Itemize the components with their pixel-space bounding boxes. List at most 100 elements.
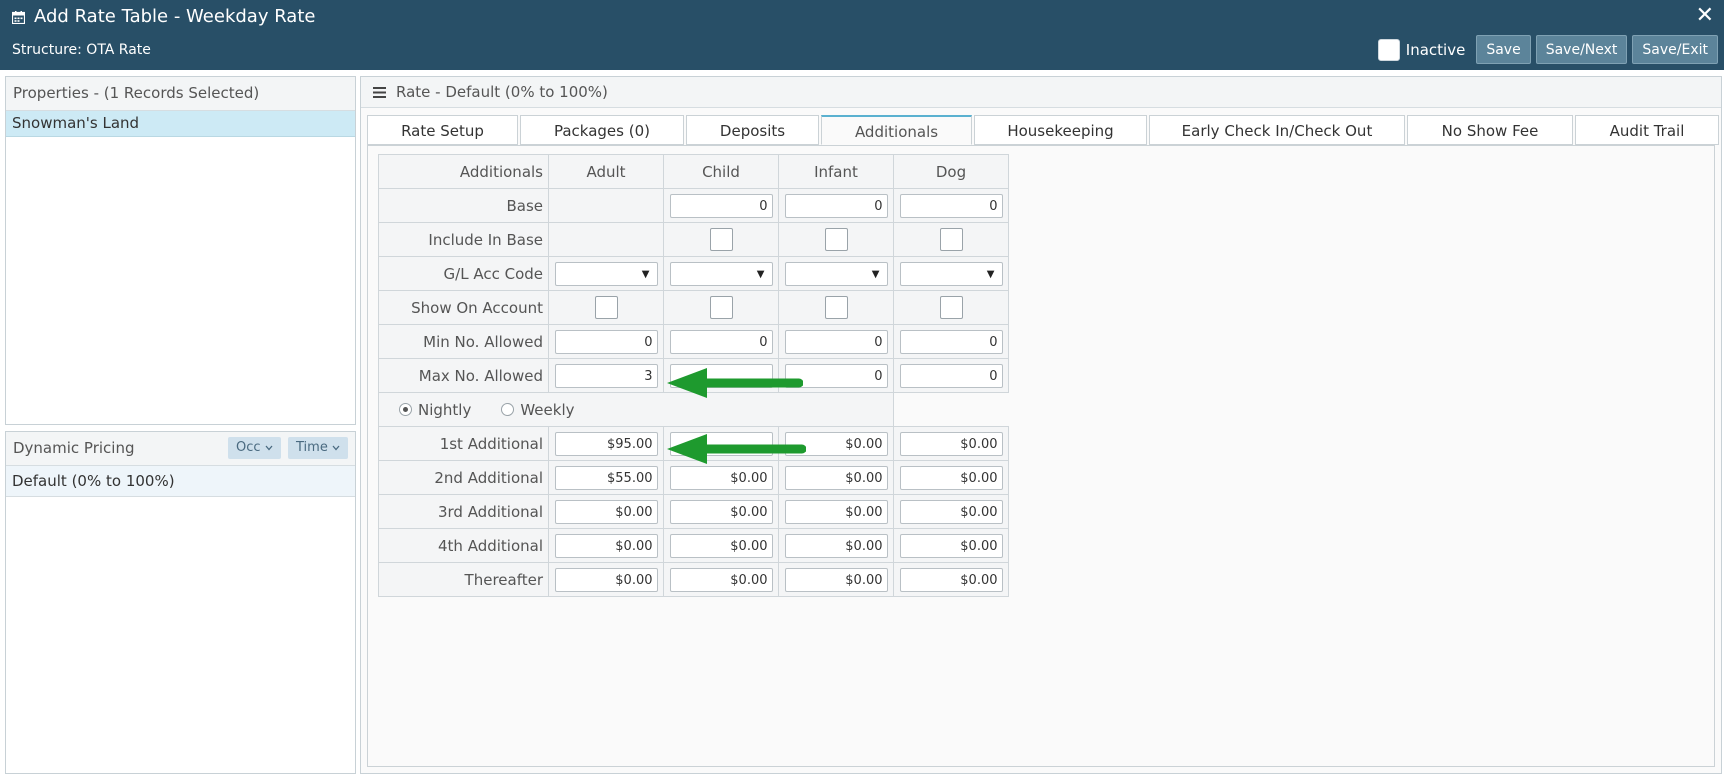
calendar-icon (12, 10, 25, 24)
first-child-input[interactable] (669, 431, 773, 456)
max-dog-input[interactable]: 0 (899, 363, 1003, 388)
dialog-header: Add Rate Table - Weekday Rate Structure:… (0, 0, 1724, 70)
third-dog-input[interactable]: $0.00 (899, 499, 1003, 524)
show-on-account-label: Show On Account (378, 290, 549, 325)
inactive-checkbox[interactable] (1377, 38, 1400, 61)
weekly-radio[interactable]: Weekly (501, 401, 574, 419)
occ-dropdown-button[interactable]: Occ (228, 437, 281, 459)
hamburger-menu-icon[interactable] (373, 86, 386, 98)
max-infant-input[interactable]: 0 (784, 363, 888, 388)
min-adult-cell: 0 (548, 324, 664, 359)
thereafter-infant-input[interactable]: $0.00 (784, 567, 888, 592)
first-dog-input[interactable]: $0.00 (899, 431, 1003, 456)
show-on-account-infant-cell (778, 290, 894, 325)
max-infant-cell: 0 (778, 358, 894, 393)
include-in-base-dog-checkbox[interactable] (939, 228, 963, 251)
base-infant-cell: 0 (778, 188, 894, 223)
properties-panel-title: Properties - (1 Records Selected) (6, 77, 355, 111)
thereafter-adult-input[interactable]: $0.00 (554, 567, 658, 592)
save-next-button[interactable]: Save/Next (1535, 35, 1628, 64)
tab-deposits[interactable]: Deposits (686, 115, 819, 145)
min-allowed-row: Min No. Allowed 0 0 0 0 (378, 324, 1009, 359)
column-header-adult: Adult (548, 154, 664, 189)
time-dropdown-button[interactable]: Time (288, 437, 348, 459)
base-label: Base (378, 188, 549, 223)
thereafter-dog-input[interactable]: $0.00 (899, 567, 1003, 592)
third-additional-label: 3rd Additional (378, 494, 549, 529)
first-adult-input[interactable]: $95.00 (554, 431, 658, 456)
save-exit-button[interactable]: Save/Exit (1632, 35, 1718, 64)
third-child-input[interactable]: $0.00 (669, 499, 773, 524)
rate-tabs: Rate Setup Packages (0) Deposits Additio… (367, 115, 1721, 145)
dynamic-pricing-item[interactable]: Default (0% to 100%) (6, 466, 355, 497)
first-infant-input[interactable]: $0.00 (784, 431, 888, 456)
tab-packages[interactable]: Packages (0) (520, 115, 684, 145)
gl-infant-cell: ▼ (778, 256, 894, 291)
fourth-adult-input[interactable]: $0.00 (554, 533, 658, 558)
third-adult-input[interactable]: $0.00 (554, 499, 658, 524)
thereafter-row: Thereafter $0.00 $0.00 $0.00 $0.00 (378, 562, 1009, 597)
thereafter-dog-cell: $0.00 (893, 562, 1009, 597)
fourth-dog-input[interactable]: $0.00 (899, 533, 1003, 558)
third-adult-cell: $0.00 (548, 494, 664, 529)
min-child-input[interactable]: 0 (669, 329, 773, 354)
base-child-input[interactable]: 0 (669, 193, 773, 218)
fourth-infant-input[interactable]: $0.00 (784, 533, 888, 558)
base-child-cell: 0 (663, 188, 779, 223)
max-child-input[interactable] (669, 363, 773, 388)
thereafter-child-input[interactable]: $0.00 (669, 567, 773, 592)
save-button[interactable]: Save (1476, 35, 1531, 64)
nightly-radio[interactable]: Nightly (399, 401, 471, 419)
show-on-account-child-checkbox[interactable] (709, 296, 733, 319)
close-icon[interactable]: ✕ (1696, 4, 1714, 28)
rate-period-row: Nightly Weekly (378, 392, 1009, 427)
tab-audit-trail[interactable]: Audit Trail (1575, 115, 1719, 145)
min-child-cell: 0 (663, 324, 779, 359)
include-in-base-infant-checkbox[interactable] (824, 228, 848, 251)
second-adult-cell: $55.00 (548, 460, 664, 495)
gl-dog-select[interactable]: ▼ (899, 261, 1003, 286)
show-on-account-adult-checkbox[interactable] (594, 296, 618, 319)
property-item[interactable]: Snowman's Land (6, 111, 355, 137)
tab-no-show-fee[interactable]: No Show Fee (1407, 115, 1573, 145)
third-infant-input[interactable]: $0.00 (784, 499, 888, 524)
include-in-base-dog-cell (893, 222, 1009, 257)
base-adult-cell (548, 188, 664, 223)
thereafter-child-cell: $0.00 (663, 562, 779, 597)
tab-rate-setup[interactable]: Rate Setup (367, 115, 518, 145)
fourth-child-input[interactable]: $0.00 (669, 533, 773, 558)
min-dog-input[interactable]: 0 (899, 329, 1003, 354)
base-row: Base 0 0 0 (378, 188, 1009, 223)
header-actions: Inactive Save Save/Next Save/Exit (1377, 35, 1718, 64)
rate-period-blank (893, 392, 1009, 427)
inactive-toggle[interactable]: Inactive (1377, 38, 1465, 61)
tab-additionals[interactable]: Additionals (821, 115, 972, 145)
chevron-down-icon (332, 445, 340, 451)
max-adult-input[interactable]: 3 (554, 363, 658, 388)
include-in-base-child-checkbox[interactable] (709, 228, 733, 251)
base-dog-input[interactable]: 0 (899, 193, 1003, 218)
tab-housekeeping[interactable]: Housekeeping (974, 115, 1147, 145)
weekly-radio-dot[interactable] (501, 403, 515, 416)
second-adult-input[interactable]: $55.00 (554, 465, 658, 490)
show-on-account-dog-checkbox[interactable] (939, 296, 963, 319)
min-infant-input[interactable]: 0 (784, 329, 888, 354)
gl-adult-select[interactable]: ▼ (554, 261, 658, 286)
min-adult-input[interactable]: 0 (554, 329, 658, 354)
show-on-account-infant-checkbox[interactable] (824, 296, 848, 319)
second-child-input[interactable]: $0.00 (669, 465, 773, 490)
second-infant-cell: $0.00 (778, 460, 894, 495)
tab-early-check-in-check-out[interactable]: Early Check In/Check Out (1149, 115, 1405, 145)
second-child-cell: $0.00 (663, 460, 779, 495)
fourth-additional-label: 4th Additional (378, 528, 549, 563)
second-infant-input[interactable]: $0.00 (784, 465, 888, 490)
nightly-radio-dot[interactable] (399, 403, 412, 416)
gl-acc-code-label: G/L Acc Code (378, 256, 549, 291)
second-dog-input[interactable]: $0.00 (899, 465, 1003, 490)
min-allowed-label: Min No. Allowed (378, 324, 549, 359)
dynamic-pricing-panel: Dynamic Pricing Occ Time Default (0% to … (5, 431, 356, 774)
base-infant-input[interactable]: 0 (784, 193, 888, 218)
gl-infant-select[interactable]: ▼ (784, 261, 888, 286)
rate-period-cell: Nightly Weekly (378, 392, 894, 427)
gl-child-select[interactable]: ▼ (669, 261, 773, 286)
